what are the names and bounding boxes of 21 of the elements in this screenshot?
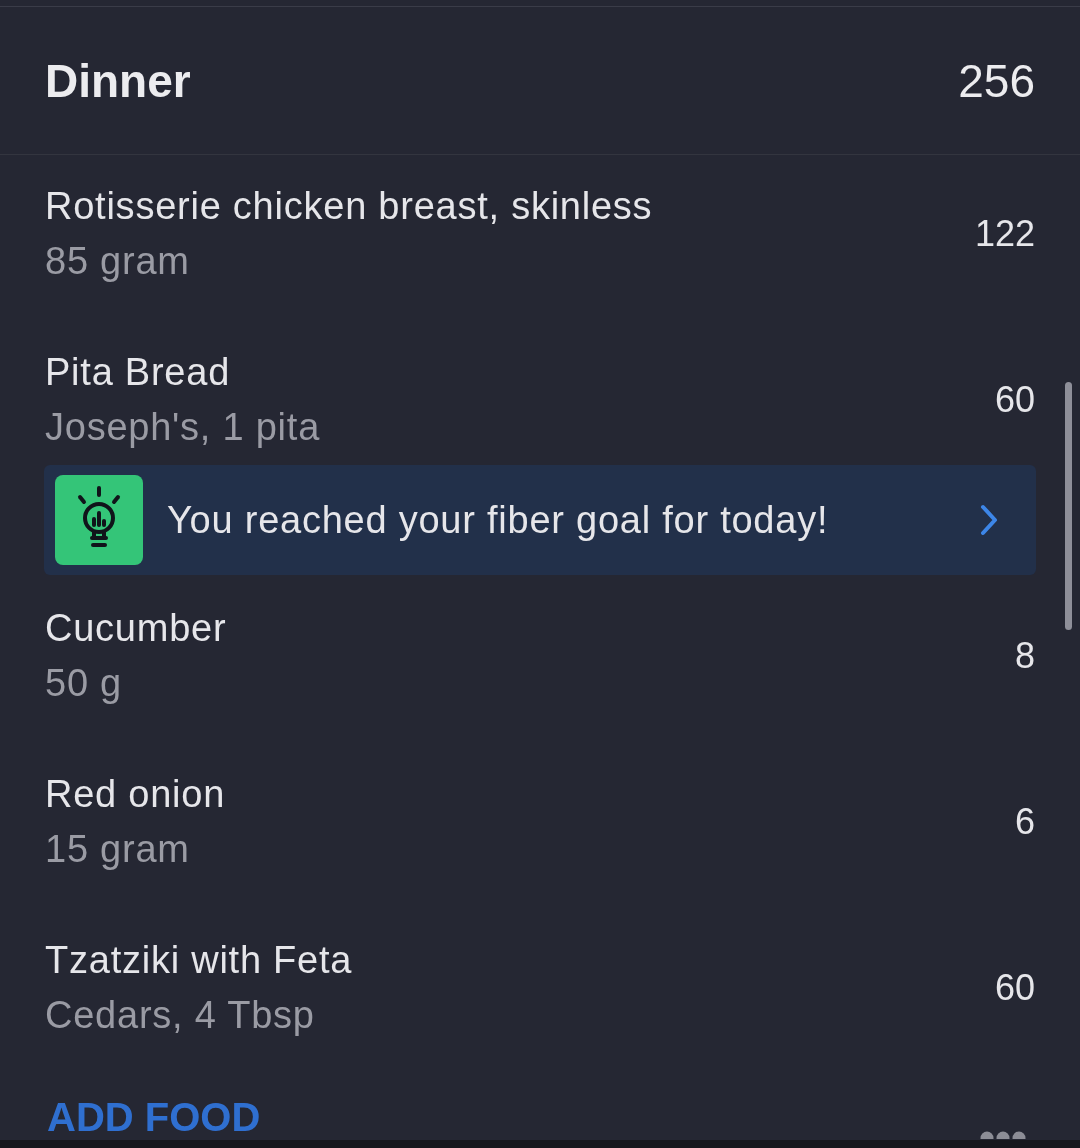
tip-banner[interactable]: You reached your fiber goal for today!: [44, 465, 1036, 575]
food-name: Rotisserie chicken breast, skinless: [45, 184, 653, 228]
food-name: Red onion: [45, 772, 226, 816]
food-calories: 8: [1014, 633, 1035, 678]
food-calories: 122: [974, 211, 1035, 256]
meal-calories: 256: [958, 57, 1035, 104]
food-calories: 6: [1014, 799, 1035, 844]
food-calories: 60: [994, 377, 1035, 422]
food-calories: 60: [994, 965, 1035, 1010]
food-name: Pita Bread: [45, 350, 232, 394]
lightbulb-icon: [55, 475, 143, 565]
food-serving: Joseph's, 1 pita: [45, 405, 321, 449]
food-serving: 50 g: [45, 661, 123, 705]
chevron-right-icon: [980, 504, 998, 536]
food-name: Tzatziki with Feta: [45, 938, 353, 982]
more-icon[interactable]: [980, 1131, 1026, 1139]
food-serving: 15 gram: [45, 827, 191, 871]
food-name: Cucumber: [45, 606, 227, 650]
food-serving: Cedars, 4 Tbsp: [45, 993, 316, 1037]
food-serving: 85 gram: [45, 239, 191, 283]
meal-title: Dinner: [45, 57, 191, 104]
